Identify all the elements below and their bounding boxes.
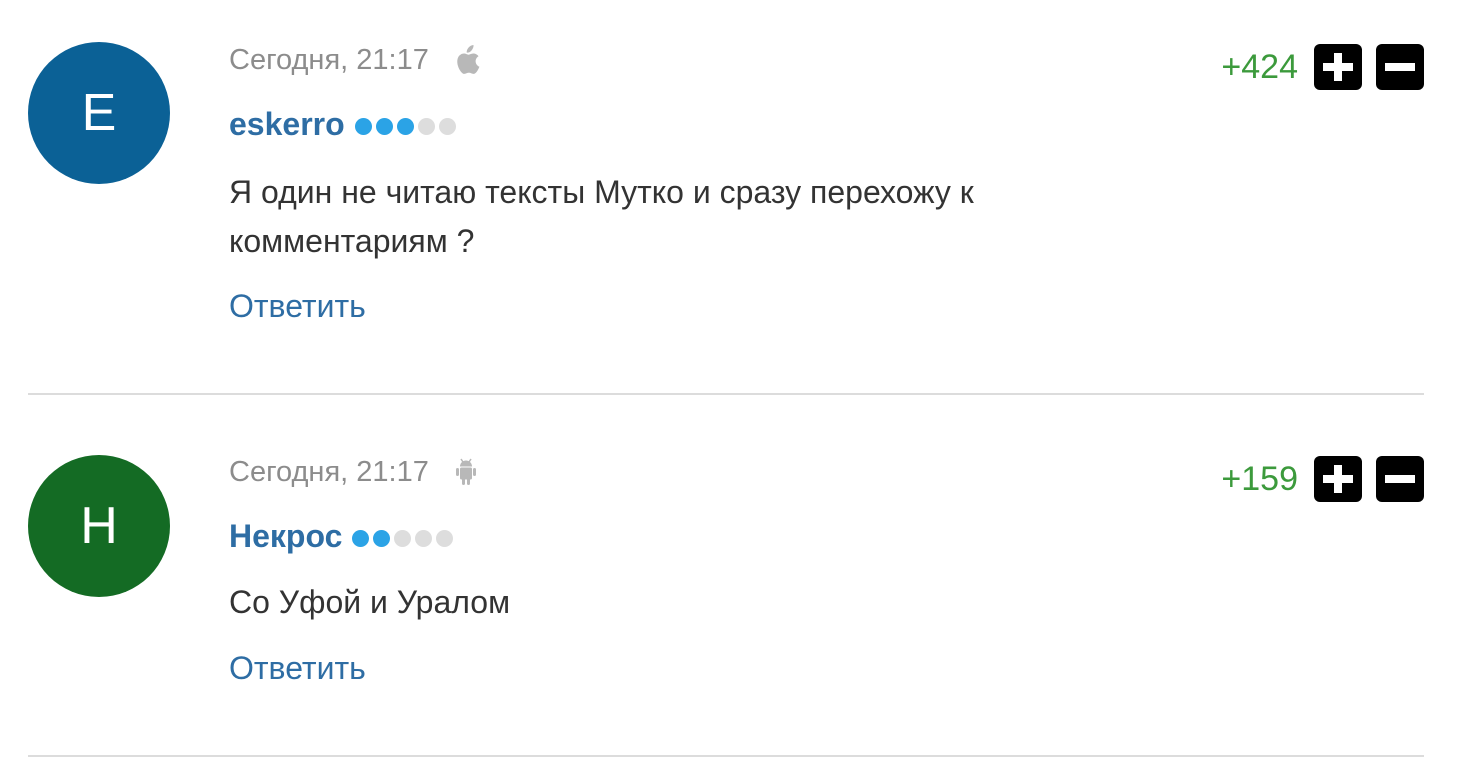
rank-dot <box>436 529 454 547</box>
comment-time: Сегодня, 21:17 <box>229 455 429 488</box>
apple-icon <box>451 44 481 76</box>
divider <box>28 393 1424 395</box>
rank-dot <box>415 529 433 547</box>
avatar[interactable]: E <box>28 42 170 184</box>
plus-icon-stroke <box>1334 465 1342 493</box>
comment-time: Сегодня, 21:17 <box>229 43 429 76</box>
comment-item: E Сегодня, 21:17 eskerro Я один не читаю… <box>0 0 1460 396</box>
reply-link[interactable]: Ответить <box>229 288 366 325</box>
reply-link[interactable]: Ответить <box>229 650 366 687</box>
downvote-button[interactable] <box>1376 44 1424 90</box>
rank-dot <box>352 529 370 547</box>
comment-meta: Сегодня, 21:17 <box>229 42 481 78</box>
comment-author: eskerro <box>229 104 456 144</box>
upvote-button[interactable] <box>1314 456 1362 502</box>
comment-score: +424 <box>1221 47 1298 86</box>
comment-text: Я один не читаю тексты Мутко и сразу пер… <box>229 174 974 259</box>
upvote-button[interactable] <box>1314 44 1362 90</box>
comment-score: +159 <box>1221 459 1298 498</box>
comment-author: Некрос <box>229 516 454 556</box>
rank-dot <box>417 117 435 135</box>
minus-icon <box>1385 475 1415 483</box>
vote-controls: +424 <box>1221 44 1424 90</box>
avatar[interactable]: Н <box>28 455 170 597</box>
rank-dot <box>396 117 414 135</box>
plus-icon-stroke <box>1334 53 1342 81</box>
user-rank <box>354 114 456 135</box>
author-name[interactable]: Некрос <box>229 518 342 555</box>
rank-dot <box>354 117 372 135</box>
rank-dot <box>394 529 412 547</box>
minus-icon <box>1385 63 1415 71</box>
rank-dot <box>438 117 456 135</box>
downvote-button[interactable] <box>1376 456 1424 502</box>
android-icon <box>451 456 481 488</box>
comment-meta: Сегодня, 21:17 <box>229 454 481 490</box>
divider <box>28 755 1424 757</box>
rank-dot <box>373 529 391 547</box>
comment-text: Со Уфой и Уралом <box>229 584 511 620</box>
comment-item: Н Сегодня, 21:17 Некрос Со Уфой и Уралом… <box>0 396 1460 758</box>
user-rank <box>352 526 454 547</box>
rank-dot <box>375 117 393 135</box>
author-name[interactable]: eskerro <box>229 106 345 143</box>
vote-controls: +159 <box>1221 456 1424 502</box>
